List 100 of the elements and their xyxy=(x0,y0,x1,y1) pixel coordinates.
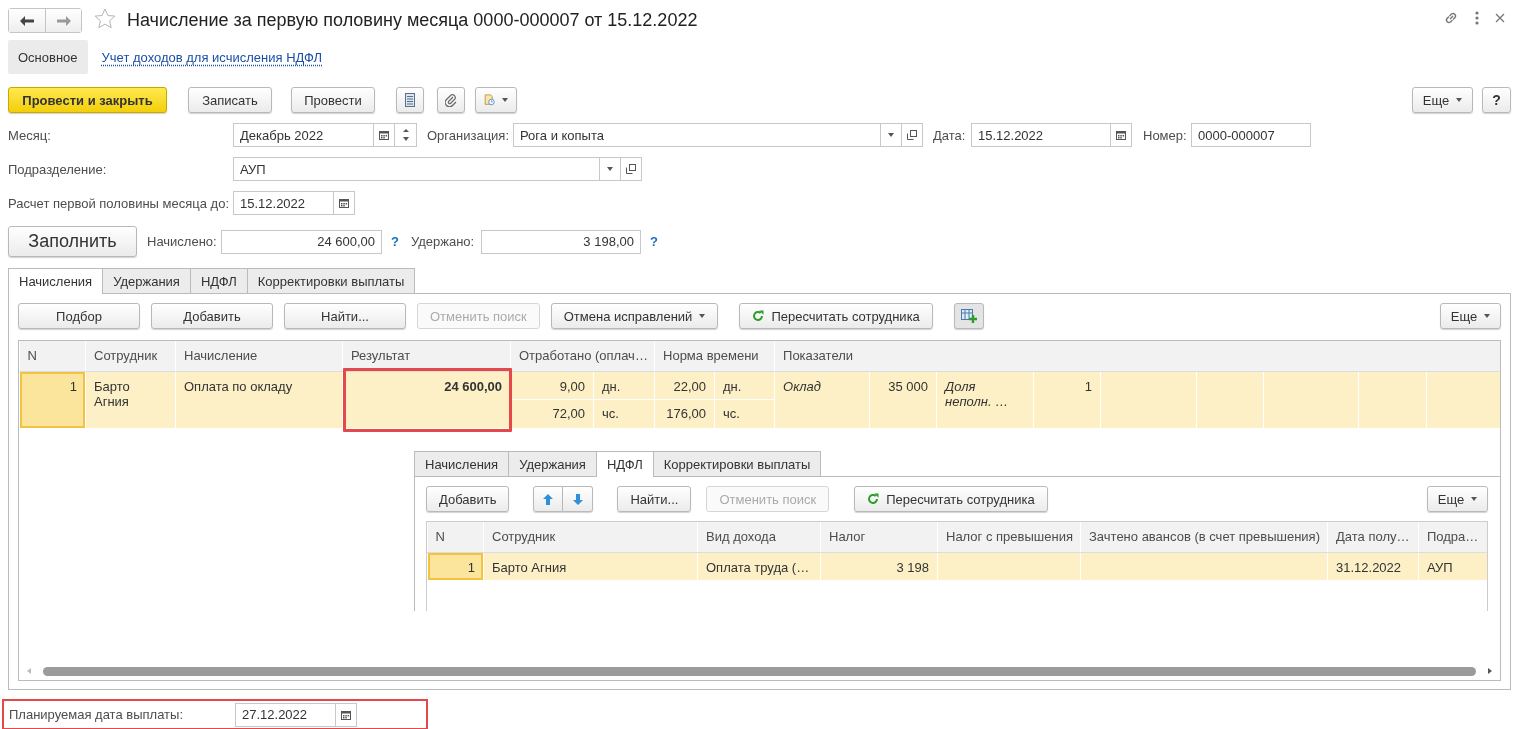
table-cell: 9,00 xyxy=(510,371,594,399)
table-cell[interactable]: 1 xyxy=(427,552,484,580)
move-down-button[interactable] xyxy=(563,486,594,512)
open-window-icon xyxy=(907,130,917,140)
more-icon[interactable] xyxy=(1475,11,1479,25)
tab[interactable]: Основное xyxy=(8,40,88,74)
field-label: Расчет первой половины месяца до: xyxy=(8,195,230,211)
toolbar-button[interactable]: Найти... xyxy=(617,486,692,512)
post-and-close-button[interactable]: Провести и закрыть xyxy=(8,87,167,113)
organization-field[interactable]: Рога и копыта xyxy=(513,123,881,147)
field-label: Дата: xyxy=(933,127,967,143)
star-icon[interactable] xyxy=(94,7,116,29)
menu-button[interactable]: Отмена исправлений xyxy=(550,303,719,329)
toolbar-button[interactable]: Добавить xyxy=(426,486,510,512)
field-label: Подразделение: xyxy=(8,161,108,177)
tab[interactable]: Удержания xyxy=(102,268,191,293)
move-up-button[interactable] xyxy=(533,486,564,512)
more-button[interactable]: Еще xyxy=(1412,87,1473,113)
column-header[interactable]: Подра… xyxy=(1418,522,1487,552)
tab[interactable]: Корректировки выплаты xyxy=(652,451,822,476)
calendar-button[interactable] xyxy=(374,123,395,147)
window-title: Начисление за первую половину месяца 0000-000007 от 15.12.2022 xyxy=(127,8,698,31)
table-cell: АУП xyxy=(1418,552,1487,580)
table-cell: Оплата по окладу xyxy=(175,371,343,428)
column-header[interactable]: Вид дохода xyxy=(697,522,821,552)
open-window-icon xyxy=(626,164,636,174)
total-label: Начислено: xyxy=(147,234,218,249)
recalculate-button[interactable]: Пересчитать сотрудника xyxy=(739,303,933,329)
scroll-right-icon xyxy=(1488,668,1492,674)
number-field[interactable]: 0000-000007 xyxy=(1191,123,1311,147)
caret-icon xyxy=(699,314,706,318)
month-field[interactable]: Декабрь 2022 xyxy=(233,123,374,147)
scroll-left-icon xyxy=(27,668,31,674)
document-list-button[interactable] xyxy=(396,87,424,113)
field-label: Планируемая дата выплаты: xyxy=(9,707,184,722)
caret-icon xyxy=(607,167,613,171)
toolbar-button[interactable]: Подбор xyxy=(18,303,140,329)
table-cell[interactable]: 1 xyxy=(19,371,86,428)
caret-icon xyxy=(1471,497,1478,501)
column-header[interactable]: N xyxy=(19,341,86,371)
create-based-on-button[interactable] xyxy=(475,87,517,113)
arrow-up-icon xyxy=(543,493,554,505)
help-link[interactable]: ? xyxy=(649,234,658,249)
toolbar-button[interactable]: Провести xyxy=(291,87,375,113)
tab[interactable]: Корректировки выплаты xyxy=(246,268,416,293)
tab[interactable]: Начисления xyxy=(8,268,104,294)
toolbar-button[interactable]: Добавить xyxy=(151,303,273,329)
tab[interactable]: НДФЛ xyxy=(189,268,248,293)
column-header[interactable]: Отработано (оплач… xyxy=(510,341,655,371)
attachment-button[interactable] xyxy=(437,87,465,113)
recalculate-button[interactable]: Пересчитать сотрудника xyxy=(854,486,1048,512)
caret-icon xyxy=(502,98,508,102)
column-header[interactable]: N xyxy=(427,522,484,552)
add-column-button[interactable] xyxy=(953,303,984,329)
column-header[interactable]: Дата полу… xyxy=(1327,522,1419,552)
link-icon[interactable] xyxy=(1443,10,1459,26)
field-label: Организация: xyxy=(427,127,511,143)
calendar-icon xyxy=(379,130,389,140)
open-button[interactable] xyxy=(621,157,642,181)
column-header[interactable]: Начисление xyxy=(175,341,343,371)
toolbar-button[interactable]: Записать xyxy=(188,87,272,113)
help-link[interactable]: ? xyxy=(391,234,399,249)
table-cell: Оклад xyxy=(774,371,870,428)
table-cell: 3 198 xyxy=(820,552,938,580)
column-header[interactable]: Налог с превышения xyxy=(937,522,1081,552)
column-header[interactable]: Сотрудник xyxy=(85,341,176,371)
date-field[interactable]: 15.12.2022 xyxy=(971,123,1111,147)
accrued-field[interactable]: 24 600,00 xyxy=(221,229,382,254)
calendar-button[interactable] xyxy=(1111,123,1132,147)
date-field[interactable]: 15.12.2022 xyxy=(233,191,334,215)
back-button[interactable] xyxy=(9,9,45,32)
table-cell: 72,00 xyxy=(510,399,594,428)
open-button[interactable] xyxy=(902,123,923,147)
calendar-icon xyxy=(341,709,351,720)
more-button[interactable]: Еще xyxy=(1427,486,1488,512)
payment-date-field[interactable]: 27.12.2022 xyxy=(235,702,336,727)
column-header[interactable]: Норма времени xyxy=(654,341,775,371)
table-cell: чс. xyxy=(593,399,655,428)
fill-button[interactable]: Заполнить xyxy=(8,226,137,257)
tab[interactable]: НДФЛ xyxy=(595,451,654,477)
close-icon[interactable] xyxy=(1495,13,1505,23)
column-header[interactable]: Сотрудник xyxy=(483,522,698,552)
column-header[interactable]: Зачтено авансов (в счет превышения) xyxy=(1080,522,1328,552)
tab[interactable]: Начисления xyxy=(414,451,510,476)
department-field[interactable]: АУП xyxy=(233,157,600,181)
table-cell: дн. xyxy=(593,371,655,399)
refresh-icon xyxy=(752,310,765,322)
column-header[interactable]: Результат xyxy=(342,341,511,371)
calendar-button[interactable] xyxy=(334,191,355,215)
spin-button[interactable] xyxy=(395,123,417,147)
withheld-field[interactable]: 3 198,00 xyxy=(480,229,641,254)
help-button[interactable]: ? xyxy=(1482,87,1511,113)
calendar-button[interactable] xyxy=(336,702,357,727)
toolbar-button[interactable]: Найти... xyxy=(284,303,406,329)
refresh-icon xyxy=(867,493,880,505)
link-tab[interactable]: Учет доходов для исчисления НДФЛ xyxy=(91,40,333,74)
more-button[interactable]: Еще xyxy=(1440,303,1501,329)
column-header[interactable]: Показатели xyxy=(774,341,1500,371)
column-header[interactable]: Налог xyxy=(820,522,938,552)
tab[interactable]: Удержания xyxy=(508,451,597,476)
